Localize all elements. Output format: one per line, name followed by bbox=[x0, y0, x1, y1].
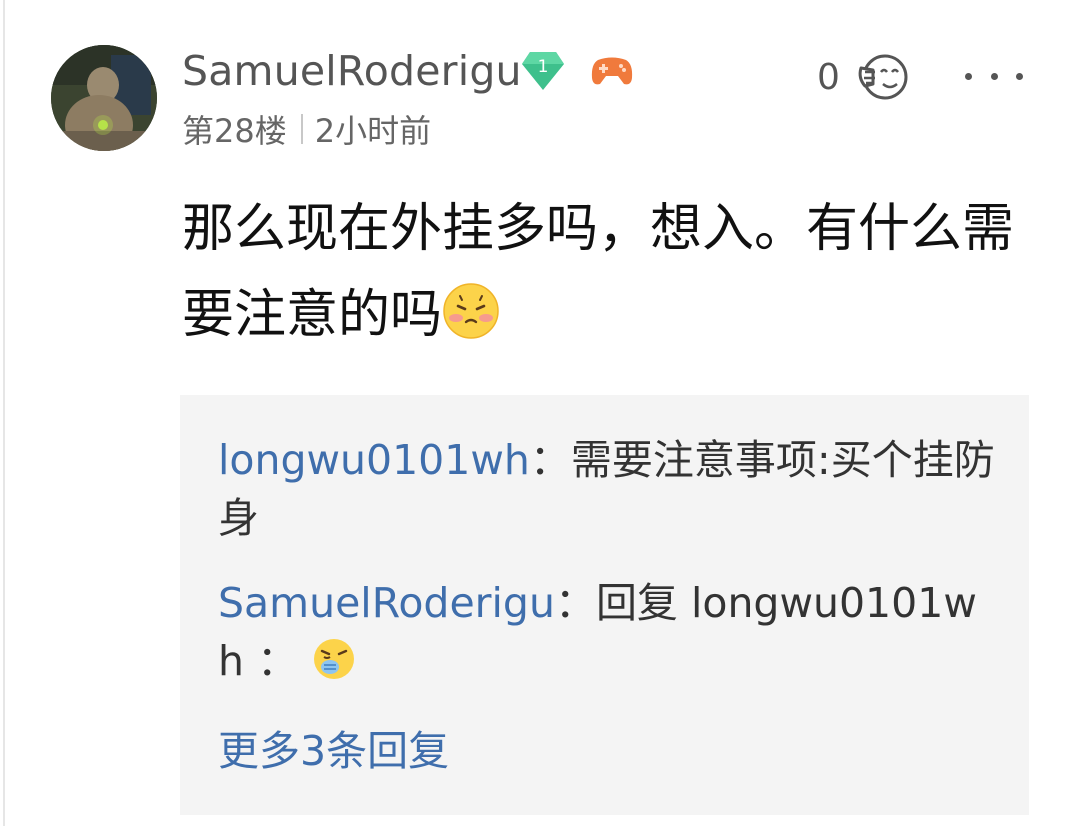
left-edge-divider bbox=[3, 0, 5, 826]
meta-divider bbox=[300, 114, 303, 144]
gamepad-icon bbox=[591, 57, 633, 85]
reply-username[interactable]: SamuelRoderigu bbox=[218, 579, 555, 627]
post-content: 那么现在外挂多吗，想入。有什么需要注意的吗 bbox=[182, 186, 1032, 358]
avatar[interactable] bbox=[51, 45, 157, 151]
more-replies-link[interactable]: 更多3条回复 bbox=[218, 722, 449, 780]
like-face-icon[interactable] bbox=[855, 50, 911, 104]
post-meta: 第28楼 2小时前 bbox=[182, 104, 431, 154]
reply-username[interactable]: longwu0101wh bbox=[218, 436, 530, 484]
floor-number: 第28楼 bbox=[182, 112, 287, 150]
reply-separator: ： bbox=[529, 436, 571, 484]
diamond-level-badge-icon: 1 bbox=[522, 52, 564, 90]
post-author-name[interactable]: SamuelRoderigu bbox=[182, 46, 522, 96]
reply-item[interactable]: SamuelRoderigu：回复 longwu0101wh ： bbox=[218, 574, 998, 690]
post-content-text: 那么现在外挂多吗，想入。有什么需要注意的吗 bbox=[182, 199, 1015, 345]
embarrassed-emoji-icon bbox=[443, 283, 499, 339]
dot bbox=[990, 72, 998, 80]
dot bbox=[1016, 72, 1023, 80]
level-number: 1 bbox=[538, 57, 549, 77]
reply-item[interactable]: longwu0101wh：需要注意事项:买个挂防身 bbox=[218, 431, 998, 547]
sneezing-emoji-icon bbox=[314, 639, 355, 679]
reply-separator: ： bbox=[554, 579, 596, 627]
more-dots-icon[interactable] bbox=[965, 66, 1023, 86]
reply-preview-box[interactable]: longwu0101wh：需要注意事项:买个挂防身 SamuelRoderigu… bbox=[180, 395, 1029, 815]
dot bbox=[965, 72, 972, 80]
post-time: 2小时前 bbox=[314, 112, 432, 150]
like-count: 0 bbox=[817, 57, 840, 98]
